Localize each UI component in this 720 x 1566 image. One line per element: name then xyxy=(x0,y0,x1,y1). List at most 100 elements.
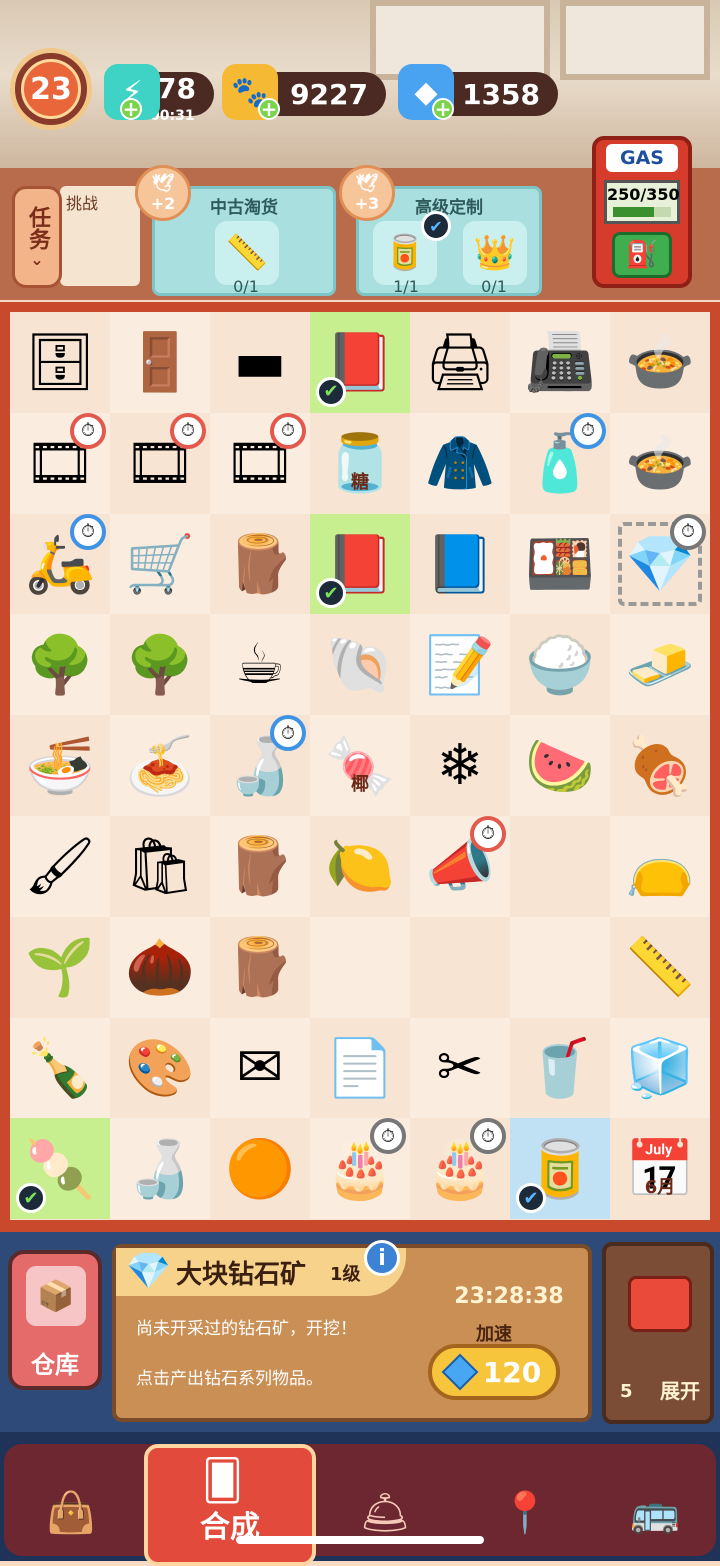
board-cell[interactable]: 🍾 xyxy=(10,1017,110,1119)
board-cell[interactable]: 🍜 xyxy=(10,715,110,816)
board-cell[interactable]: 📕 ✔ xyxy=(310,312,410,413)
board-cell[interactable]: 🎞 ⏱ xyxy=(210,412,310,514)
board-cell[interactable]: 🟠 xyxy=(210,1118,310,1219)
board-cell[interactable]: 🍝 xyxy=(110,715,210,816)
board-cell[interactable]: 👝 xyxy=(610,815,710,917)
board-cell[interactable]: 📄 xyxy=(310,1018,410,1119)
board-cell[interactable]: 🍱 xyxy=(510,513,610,615)
empty-cell[interactable] xyxy=(510,816,610,917)
order-card-custom[interactable]: 🕊 +3 高级定制 🥫 ✔ 1/1 👑 0/1 xyxy=(339,165,542,296)
sprout-icon: 🌱 xyxy=(25,935,95,1001)
tape-measure-icon: 📏 xyxy=(215,221,279,285)
chest-count: 5 xyxy=(620,1381,633,1402)
board-cell[interactable]: 🍋 xyxy=(310,816,410,917)
board-cell[interactable]: 🛍 xyxy=(110,816,210,917)
add-coins-button[interactable]: + xyxy=(258,97,280,121)
board-cell[interactable]: 🍶 xyxy=(110,1118,210,1220)
board-cell[interactable]: 🍖 xyxy=(610,715,710,816)
board-cell[interactable]: 🎂 ⏱ xyxy=(410,1118,510,1219)
task-button[interactable]: 任务 ⌄ xyxy=(12,186,62,288)
board-cell[interactable]: 🖌 xyxy=(10,815,110,917)
board-cell[interactable]: 🌳 xyxy=(10,614,110,716)
board-cell[interactable]: 🪵 xyxy=(210,815,310,917)
board-cell[interactable]: ✂ xyxy=(410,1017,510,1119)
board-cell[interactable]: 💎 ⏱ xyxy=(610,513,710,615)
gas-pump[interactable]: GAS 250/350 ⛽ xyxy=(592,136,692,288)
board-cell[interactable]: 🍬 椰 xyxy=(310,715,410,816)
small-log-icon: 🪵 xyxy=(225,935,295,1001)
board-cell[interactable]: 🫙 糖 xyxy=(310,413,410,514)
warehouse-button[interactable]: 📦 仓库 xyxy=(8,1250,102,1390)
board-cell[interactable]: 🍉 xyxy=(510,715,610,816)
snowflake-icon: ❄ xyxy=(436,733,484,799)
cup-icon: 🥤 xyxy=(525,1035,595,1101)
gas-refill-button[interactable]: ⛽ xyxy=(612,232,672,278)
board-cell[interactable]: 📝 xyxy=(410,614,510,716)
order-card-vintage[interactable]: 🕊 +2 中古淘货 📏 0/1 xyxy=(135,165,336,296)
board-cell[interactable]: 📘 xyxy=(410,514,510,615)
board-cell[interactable]: 🧊 xyxy=(610,1017,710,1119)
board-cell[interactable]: 🐚 xyxy=(310,614,410,715)
board-cell[interactable]: 🍡 ✔ xyxy=(10,1118,110,1220)
board-cell[interactable]: 🍲 xyxy=(610,412,710,514)
stopwatch-icon: ⏱ xyxy=(70,412,106,449)
level-badge[interactable]: 23 xyxy=(10,48,92,130)
jeweled-crown-icon: 👑 xyxy=(463,221,527,285)
board-cell[interactable]: 🍚 xyxy=(510,614,610,715)
board-cell[interactable]: 🪵 xyxy=(210,514,310,615)
speed-up-button[interactable]: 120 xyxy=(428,1344,560,1400)
add-energy-button[interactable]: + xyxy=(120,97,142,121)
board-cell[interactable]: 🛒 xyxy=(110,513,210,615)
board-cell[interactable]: ▬ xyxy=(210,312,310,413)
empty-cell[interactable] xyxy=(310,916,410,1018)
board-cell[interactable]: 📏 xyxy=(610,917,710,1018)
board-cell[interactable]: 🧴 ⏱ xyxy=(510,412,610,514)
nav-shop[interactable]: 👜 xyxy=(26,1472,116,1552)
bird-icon: 🕊 xyxy=(151,173,175,194)
board-grid: 🗄 🚪 ▬ 📕 ✔ 🖨 📠 🍲 🎞 ⏱ 🎞 ⏱ 🎞 ⏱ 🫙 糖 🧥 🧴 ⏱ 🍲 🛵 ⏱ 🛒 🪵 📕 ✔ 📘 🍱 💎 ⏱ 🌳 🌳 ☕ 🐚 📝 🍚 🧈 🍜 🍝 🍶… xyxy=(10,312,710,1220)
stopwatch-icon: ⏱ xyxy=(270,412,306,449)
nav-bus[interactable]: 🚌 xyxy=(610,1472,700,1552)
board-cell[interactable]: 🎂 ⏱ xyxy=(310,1118,410,1220)
board-cell[interactable]: 🎨 xyxy=(110,1018,210,1119)
board-cell[interactable]: 🥫 ✔ xyxy=(510,1118,610,1220)
chest-button[interactable]: 5 展开 xyxy=(602,1242,714,1424)
board-cell[interactable]: 🌰 xyxy=(110,916,210,1018)
board-cell[interactable]: 🗄 xyxy=(10,312,110,413)
board-cell[interactable]: 🛵 ⏱ xyxy=(10,513,110,615)
add-gems-button[interactable]: + xyxy=(432,97,454,121)
bonsai-tree-icon: 🌳 xyxy=(125,632,195,698)
board-cell[interactable]: ❄ xyxy=(410,715,510,816)
home-indicator[interactable] xyxy=(236,1536,484,1544)
nav-map[interactable]: 📍 xyxy=(480,1472,570,1552)
board-cell[interactable]: ☕ xyxy=(210,614,310,716)
hand-truck-icon: 🛒 xyxy=(125,531,195,597)
board-cell[interactable]: 📅 6月 xyxy=(610,1118,710,1219)
board-cell[interactable]: 🍲 xyxy=(610,312,710,413)
board-cell[interactable]: 🚪 xyxy=(110,312,210,413)
board-cell[interactable]: 🎞 ⏱ xyxy=(110,412,210,514)
challenge-tag[interactable]: 挑战 xyxy=(60,186,140,286)
info-button[interactable]: i xyxy=(364,1240,400,1276)
board-cell[interactable]: 🖨 xyxy=(410,312,510,413)
board-cell[interactable]: 📕 ✔ xyxy=(310,513,410,615)
empty-cell[interactable] xyxy=(410,917,510,1018)
paper-bag-icon: 🛍 xyxy=(124,834,196,900)
nav-merge[interactable]: 🂠 合成 xyxy=(144,1444,316,1566)
gas-level-bar xyxy=(613,207,671,217)
board-cell[interactable]: 📣 ⏱ xyxy=(410,815,510,917)
order-count: 0/1 xyxy=(233,277,259,296)
board-cell[interactable]: 🌱 xyxy=(10,917,110,1018)
board-cell[interactable]: 🧈 xyxy=(610,614,710,716)
board-cell[interactable]: ✉ xyxy=(210,1017,310,1119)
board-cell[interactable]: 🍶 ⏱ xyxy=(210,715,310,816)
board-cell[interactable]: 🪵 xyxy=(210,917,310,1018)
board-cell[interactable]: 🧥 xyxy=(410,412,510,514)
board-cell[interactable]: 🌳 xyxy=(110,614,210,715)
sauce-bottle-icon: 🍾 xyxy=(25,1035,95,1101)
board-cell[interactable]: 🎞 ⏱ xyxy=(10,412,110,514)
board-cell[interactable]: 🥤 xyxy=(510,1018,610,1119)
empty-cell[interactable] xyxy=(510,916,610,1018)
board-cell[interactable]: 📠 xyxy=(510,312,610,413)
expand-label: 展开 xyxy=(660,1379,700,1403)
